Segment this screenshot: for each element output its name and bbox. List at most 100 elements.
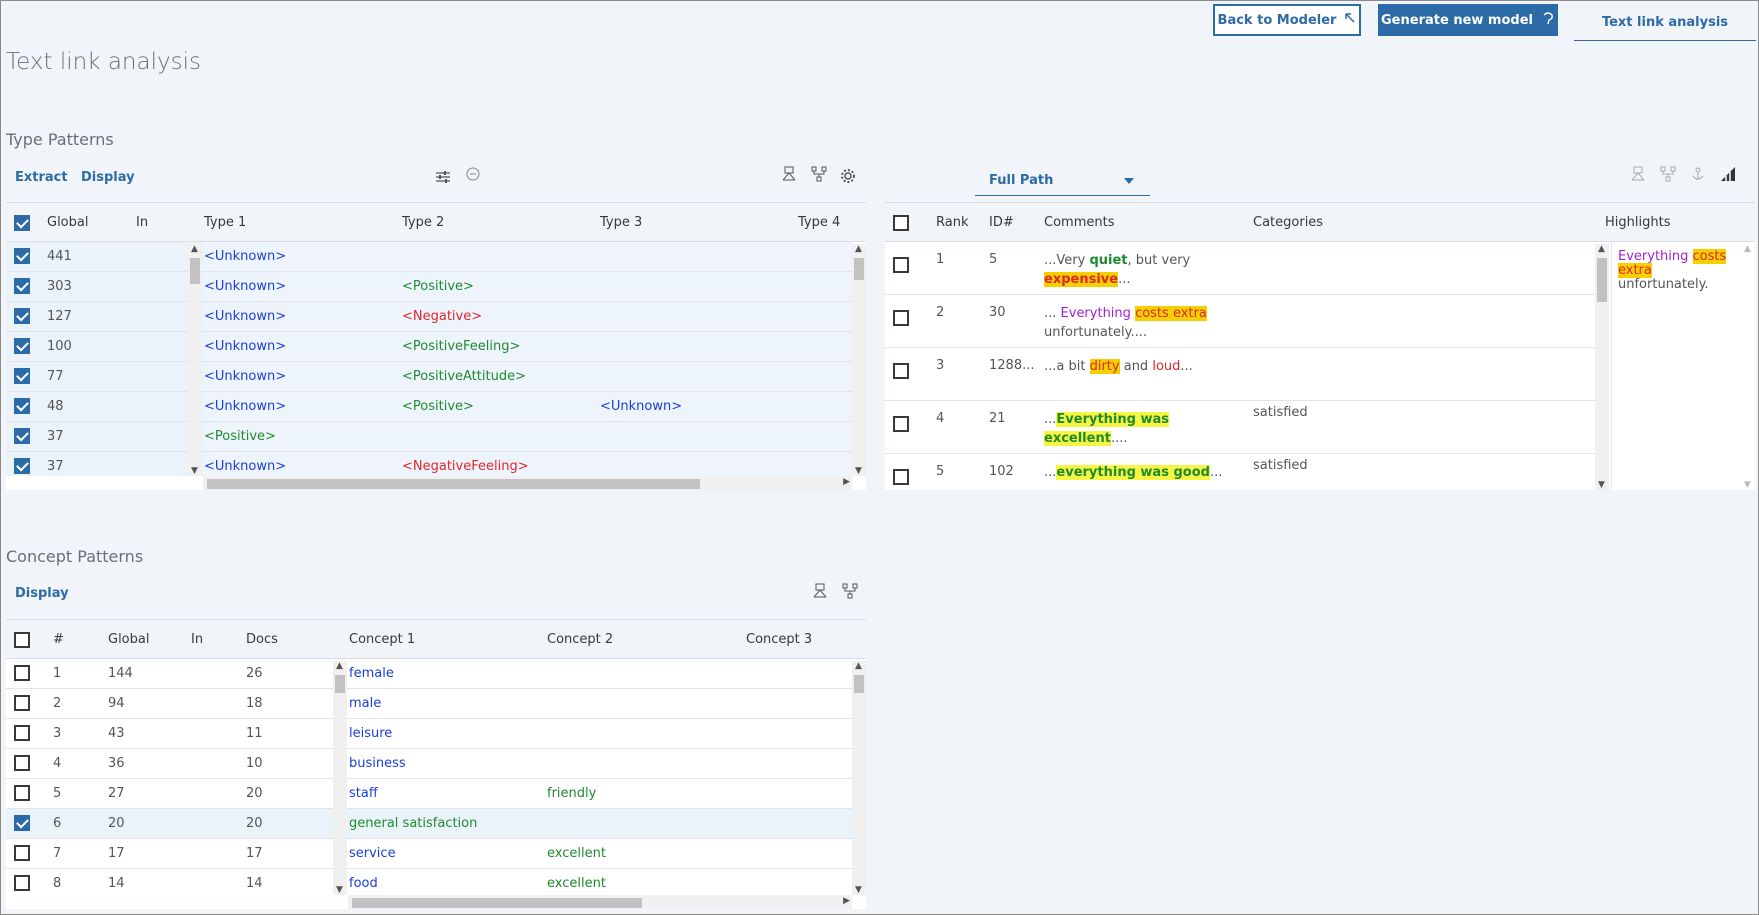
row-checkbox[interactable]: [14, 695, 30, 711]
col-concept1[interactable]: Concept 1: [349, 632, 415, 647]
result-row[interactable]: 2 30... Everything costs extra unfortunat…: [885, 295, 1595, 348]
row-checkbox[interactable]: [893, 469, 909, 485]
table-row[interactable]: 37 <Unknown> <NegativeFeeling>: [6, 452, 852, 476]
type2-cell[interactable]: <Positive>: [402, 399, 474, 414]
remove-circle-icon[interactable]: [464, 165, 482, 183]
row-checkbox[interactable]: [14, 278, 30, 294]
table-row[interactable]: 4 36 10 business: [6, 749, 852, 779]
concept1-cell[interactable]: staff: [349, 786, 378, 801]
col-highlights[interactable]: Highlights: [1605, 215, 1670, 230]
table-row[interactable]: 6 20 20 general satisfaction: [6, 809, 852, 839]
type-vertical-scrollbar[interactable]: ▲ ▼: [852, 244, 866, 476]
settings-gear-icon[interactable]: [839, 167, 857, 185]
col-concept2[interactable]: Concept 2: [547, 632, 613, 647]
row-checkbox[interactable]: [893, 416, 909, 432]
concept1-cell[interactable]: female: [349, 666, 394, 681]
table-row[interactable]: 1 144 26 female: [6, 659, 852, 689]
filter-sliders-icon[interactable]: [434, 168, 452, 186]
row-checkbox[interactable]: [14, 665, 30, 681]
row-checkbox[interactable]: [14, 845, 30, 861]
type-display-button[interactable]: Display: [81, 170, 135, 185]
row-checkbox[interactable]: [893, 363, 909, 379]
result-row[interactable]: 1 5 ...Very quiet, but very expensive...: [885, 242, 1595, 295]
hierarchy-icon-3[interactable]: [841, 582, 859, 600]
concept2-cell[interactable]: excellent: [547, 876, 606, 891]
row-checkbox[interactable]: [893, 257, 909, 273]
table-row[interactable]: 100 <Unknown> <PositiveFeeling>: [6, 332, 852, 362]
back-to-modeler-button[interactable]: Back to Modeler: [1213, 4, 1361, 36]
row-checkbox[interactable]: [14, 875, 30, 891]
type1-cell[interactable]: <Unknown>: [204, 369, 286, 384]
row-checkbox[interactable]: [14, 815, 30, 831]
path-dropdown[interactable]: Full Path: [975, 166, 1150, 196]
network-graph-icon-2[interactable]: [1629, 165, 1647, 183]
type1-cell[interactable]: <Unknown>: [204, 339, 286, 354]
concept1-cell[interactable]: food: [349, 876, 378, 891]
hierarchy-icon[interactable]: [810, 165, 828, 183]
table-row[interactable]: 7 17 17 service excellent: [6, 839, 852, 869]
type3-cell[interactable]: <Unknown>: [600, 399, 682, 414]
row-checkbox[interactable]: [14, 458, 30, 474]
table-row[interactable]: 37 <Positive>: [6, 422, 852, 452]
type2-cell[interactable]: <NegativeFeeling>: [402, 459, 529, 474]
col-rank[interactable]: Rank: [936, 215, 968, 230]
result-row[interactable]: 4 21 ...Everything was excellent.... satisf…: [885, 401, 1595, 454]
network-graph-icon-3[interactable]: [811, 582, 829, 600]
results-select-all-checkbox[interactable]: [893, 215, 909, 231]
tab-text-link-analysis[interactable]: Text link analysis: [1574, 5, 1756, 41]
row-checkbox[interactable]: [14, 398, 30, 414]
table-row[interactable]: 127 <Unknown> <Negative>: [6, 302, 852, 332]
concept-display-button[interactable]: Display: [15, 586, 69, 601]
type-horizontal-scrollbar[interactable]: ▶: [203, 476, 852, 490]
row-checkbox[interactable]: [893, 310, 909, 326]
table-row[interactable]: 3 43 11 leisure: [6, 719, 852, 749]
col-docs[interactable]: Docs: [246, 632, 278, 647]
type1-cell[interactable]: <Unknown>: [204, 279, 286, 294]
concept1-cell[interactable]: business: [349, 756, 406, 771]
table-row[interactable]: 48 <Unknown> <Positive> <Unknown>: [6, 392, 852, 422]
row-checkbox[interactable]: [14, 785, 30, 801]
table-row[interactable]: 2 94 18 male: [6, 689, 852, 719]
concept2-cell[interactable]: excellent: [547, 846, 606, 861]
concept-horizontal-scrollbar[interactable]: ▶: [348, 895, 852, 909]
extract-button[interactable]: Extract: [15, 170, 68, 185]
type1-cell[interactable]: <Unknown>: [204, 249, 286, 264]
row-checkbox[interactable]: [14, 428, 30, 444]
col-in[interactable]: In: [136, 215, 148, 230]
table-row[interactable]: 77 <Unknown> <PositiveAttitude>: [6, 362, 852, 392]
result-row[interactable]: 5 102 ...everything was good... satisfied: [885, 454, 1595, 490]
type2-cell[interactable]: <Positive>: [402, 279, 474, 294]
concept1-cell[interactable]: male: [349, 696, 381, 711]
row-checkbox[interactable]: [14, 368, 30, 384]
type2-cell[interactable]: <PositiveFeeling>: [402, 339, 520, 354]
type-frozen-scrollbar[interactable]: ▲ ▼: [188, 244, 202, 476]
type1-cell[interactable]: <Unknown>: [204, 399, 286, 414]
select-all-checkbox[interactable]: [14, 215, 30, 231]
concept1-cell[interactable]: leisure: [349, 726, 392, 741]
concept1-cell[interactable]: service: [349, 846, 396, 861]
col-categories[interactable]: Categories: [1253, 215, 1323, 230]
results-vertical-scrollbar[interactable]: ▲ ▼: [1595, 244, 1609, 490]
signal-bars-icon[interactable]: [1719, 165, 1737, 183]
concept-vertical-scrollbar[interactable]: ▲ ▼: [852, 661, 866, 895]
type1-cell[interactable]: <Positive>: [204, 429, 276, 444]
generate-new-model-button[interactable]: Generate new model: [1378, 4, 1558, 36]
col-comments[interactable]: Comments: [1044, 215, 1114, 230]
highlights-scrollbar[interactable]: ▲ ▼: [1741, 244, 1755, 490]
row-checkbox[interactable]: [14, 338, 30, 354]
concept1-cell[interactable]: general satisfaction: [349, 816, 477, 831]
table-row[interactable]: 8 14 14 food excellent: [6, 869, 852, 895]
network-graph-icon[interactable]: [780, 165, 798, 183]
row-checkbox[interactable]: [14, 755, 30, 771]
result-row[interactable]: 3 1288... ...a bit dirty and loud...: [885, 348, 1595, 401]
row-checkbox[interactable]: [14, 725, 30, 741]
col-id[interactable]: ID#: [989, 215, 1014, 230]
anchor-icon[interactable]: [1689, 165, 1707, 183]
concept-select-all-checkbox[interactable]: [14, 632, 30, 648]
row-checkbox[interactable]: [14, 308, 30, 324]
col-concept3[interactable]: Concept 3: [746, 632, 812, 647]
type2-cell[interactable]: <PositiveAttitude>: [402, 369, 526, 384]
type1-cell[interactable]: <Unknown>: [204, 309, 286, 324]
col-type4[interactable]: Type 4: [798, 215, 840, 230]
col-type1[interactable]: Type 1: [204, 215, 246, 230]
